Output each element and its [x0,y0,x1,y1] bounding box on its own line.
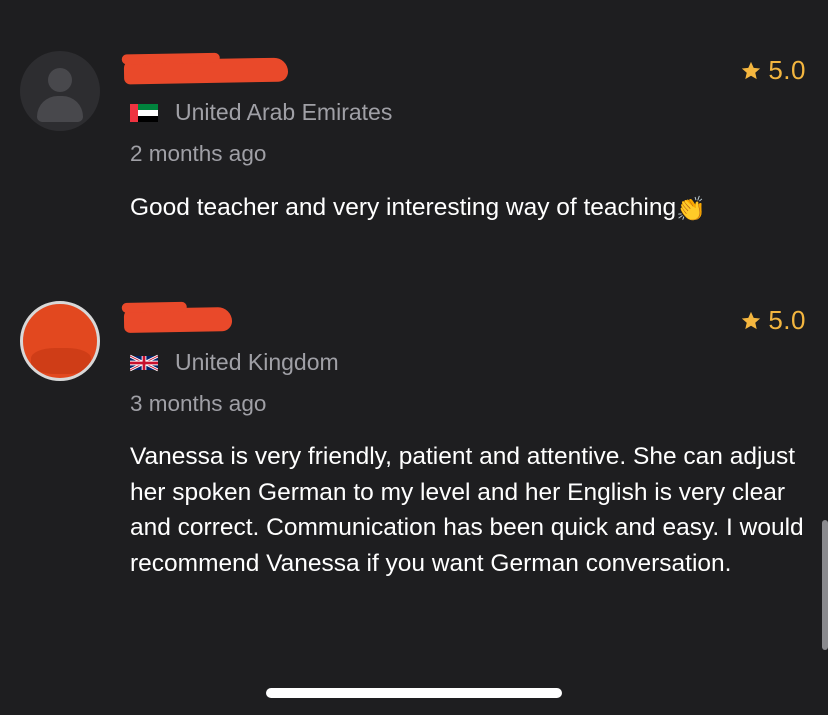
rating: 5.0 [740,305,806,336]
uk-flag-icon [130,354,158,371]
star-icon [742,311,761,329]
rating-value: 5.0 [768,55,806,85]
reviewer-country: United Arab Emirates [130,99,392,126]
country-name: United Arab Emirates [175,99,393,125]
redacted-reviewer-name [123,307,233,333]
star-icon [742,61,761,79]
review-text: Good teacher and very interesting way of… [130,190,820,226]
default-avatar-body [37,96,83,122]
review-text: Vanessa is very friendly, patient and at… [130,443,804,577]
avatar[interactable] [20,301,100,381]
avatar[interactable] [20,51,100,131]
country-name: United Kingdom [175,349,339,375]
rating-value: 5.0 [768,305,806,335]
reviewer-country: United Kingdom [130,349,339,376]
uae-flag-icon [130,103,158,122]
review-date: 3 months ago [130,391,267,416]
clapping-hands-icon: 👏 [676,196,707,223]
rating: 5.0 [740,55,806,86]
reviews-page: 5.0 United Arab Emirates 2 months ago Go… [0,0,828,715]
redacted-reviewer-name [123,57,289,85]
default-avatar-head [48,68,72,92]
review-date: 2 months ago [130,141,267,166]
home-indicator[interactable] [266,688,562,698]
scrollbar[interactable] [822,520,828,650]
review-text-content: Good teacher and very interesting way of… [130,194,677,221]
redacted-avatar-mark [31,348,91,374]
